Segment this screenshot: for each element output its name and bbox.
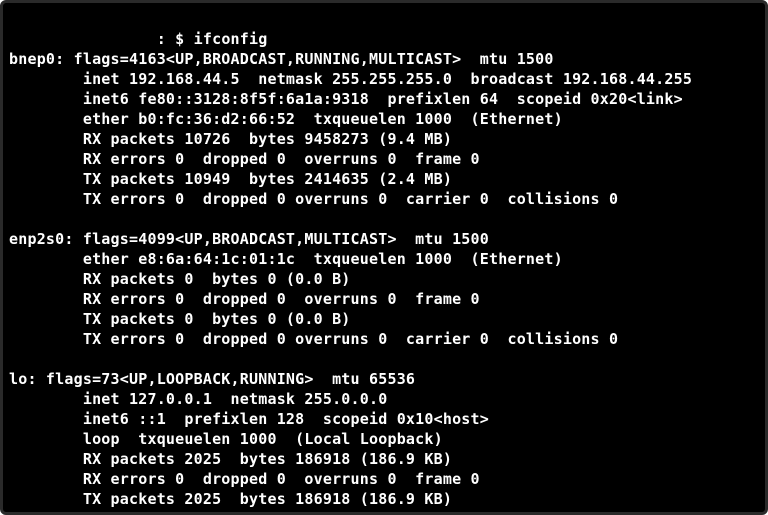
ifconfig-output: bnep0: flags=4163<UP,BROADCAST,RUNNING,M… bbox=[9, 49, 757, 509]
prompt-line: : $ ifconfig bbox=[9, 30, 267, 48]
terminal-window[interactable]: : $ ifconfig bnep0: flags=4163<UP,BROADC… bbox=[0, 0, 768, 515]
prompt-prefix: : $ bbox=[9, 30, 194, 48]
prompt-command: ifconfig bbox=[194, 30, 268, 48]
